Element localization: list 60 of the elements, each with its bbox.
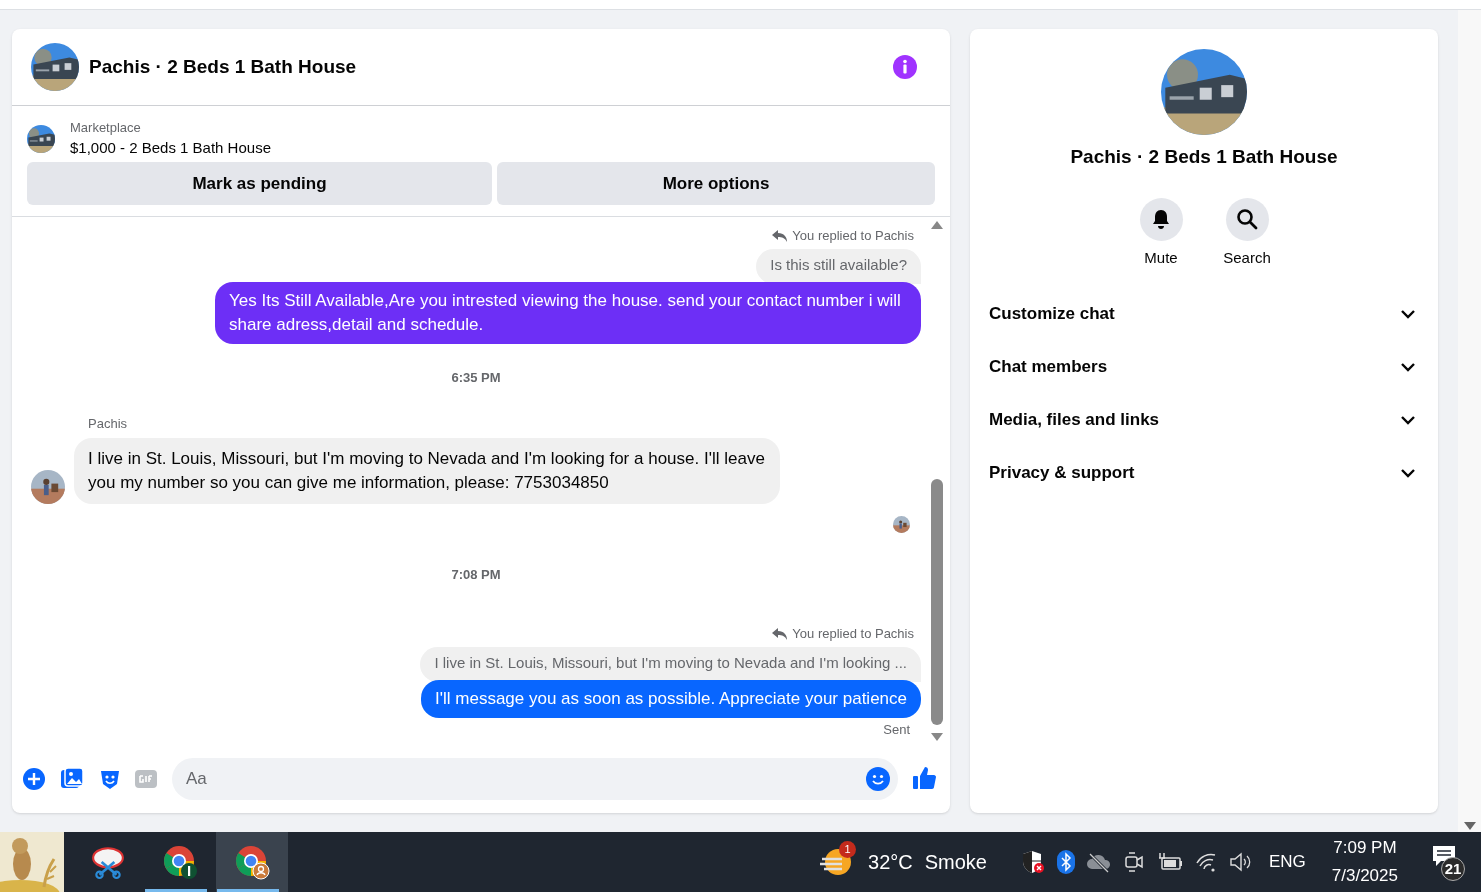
weather-condition: Smoke [924, 850, 987, 875]
scroll-down-arrow-icon[interactable] [1463, 822, 1476, 830]
section-label: Chat members [989, 355, 1108, 378]
bluetooth-icon[interactable] [1056, 850, 1075, 874]
listing-source: Marketplace [70, 119, 142, 137]
message-status: Sent [883, 720, 910, 739]
like-icon[interactable] [912, 766, 938, 792]
message-timestamp: 7:08 PM [450, 565, 502, 584]
reply-arrow-icon [772, 229, 788, 243]
incoming-message-bubble: I live in St. Louis, Missouri, but I'm moving to Nevada and I'm looking for a house. I'll leave you my number so you can give me information, please: 7753034850 [74, 437, 780, 504]
camera-icon[interactable] [1122, 851, 1145, 873]
reply-context-label: You replied to Pachis [792, 227, 914, 245]
scroll-up-arrow-icon[interactable] [931, 221, 943, 229]
scrollbar-thumb[interactable] [931, 479, 943, 725]
section-label: Media, files and links [989, 408, 1160, 431]
volume-icon[interactable] [1228, 851, 1251, 873]
clock-time: 7:09 PM [1333, 837, 1397, 859]
section-row[interactable]: Customize chat [978, 287, 1430, 340]
clock[interactable]: 7:09 PM 7/3/2025 [1331, 834, 1398, 890]
section-row[interactable]: Chat members [978, 340, 1430, 393]
message-timestamp: 6:35 PM [450, 368, 502, 387]
section-label: Privacy & support [989, 461, 1135, 484]
info-icon[interactable] [893, 55, 917, 79]
wifi-icon[interactable] [1194, 851, 1217, 873]
button-label: Search [1223, 247, 1271, 268]
bell-icon [1151, 208, 1171, 230]
taskbar-app-button[interactable] [216, 832, 288, 892]
temperature-label: 32°C [868, 850, 913, 875]
chat-title: Pachis · 2 Beds 1 Bath House [89, 54, 358, 79]
sender-name: Pachis [88, 415, 129, 433]
search-icon [1236, 208, 1258, 230]
browser-icon [162, 844, 198, 880]
browser-icon [234, 844, 270, 880]
image-icon[interactable] [60, 767, 84, 791]
scissors-icon [91, 845, 125, 879]
section-row[interactable]: Privacy & support [978, 446, 1430, 499]
reply-context-label: You replied to Pachis [792, 625, 914, 643]
language-indicator[interactable]: ENG [1268, 849, 1306, 875]
more-options-button[interactable]: More options [497, 162, 935, 205]
quoted-message: I live in St. Louis, Missouri, but I'm moving to Nevada and I'm looking ... [420, 646, 921, 682]
plus-icon[interactable] [22, 767, 46, 791]
listing-title[interactable]: $1,000 - 2 Beds 1 Bath House [70, 137, 271, 159]
mark-pending-button[interactable]: Mark as pending [27, 162, 492, 205]
notification-count: 21 [1441, 857, 1465, 881]
section-label: Customize chat [989, 302, 1115, 325]
section-row[interactable]: Media, files and links [978, 393, 1430, 446]
notification-badge: 1 [839, 841, 857, 858]
battery-icon[interactable] [1156, 851, 1183, 873]
outgoing-message-bubble: I'll message you as soon as possible. Appreciate your patience [421, 679, 921, 718]
reply-arrow-icon [772, 627, 788, 641]
message-input-field[interactable]: Aa [172, 758, 898, 800]
clock-date: 7/3/2025 [1331, 865, 1398, 887]
button-label: Mute [1144, 247, 1178, 268]
emoji-icon[interactable] [866, 767, 890, 791]
shield-icon[interactable] [1020, 850, 1045, 874]
quoted-message: Is this still available? [756, 248, 921, 284]
scroll-down-arrow-icon[interactable] [931, 733, 943, 741]
cloud-icon[interactable] [1086, 851, 1111, 873]
details-title: Pachis · 2 Beds 1 Bath House [1070, 145, 1338, 169]
outgoing-message-bubble: Yes Its Still Available,Are you intrested viewing the house. send your contact number i will share adress,detail and schedule. [215, 281, 921, 344]
